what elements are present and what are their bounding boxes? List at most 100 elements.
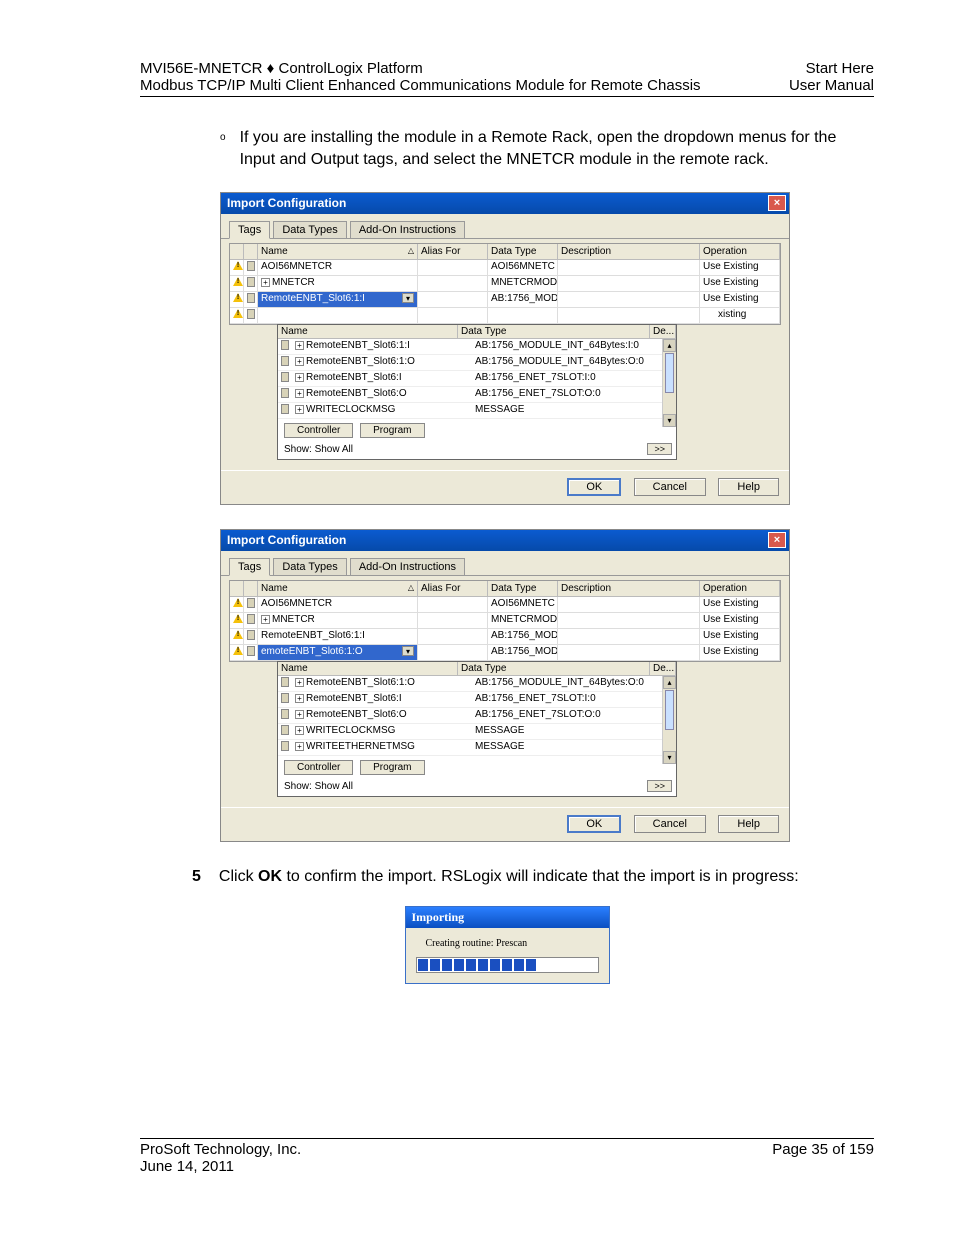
warn-icon: [233, 309, 243, 319]
expand-icon[interactable]: +: [295, 341, 304, 350]
selected-tag-input[interactable]: RemoteENBT_Slot6:1:I▾: [258, 292, 418, 307]
scroll-thumb[interactable]: [665, 690, 674, 730]
more-button[interactable]: >>: [647, 443, 672, 455]
scroll-thumb[interactable]: [665, 353, 674, 393]
table-row[interactable]: AOI56MNETCR AOI56MNETC Use Existing: [230, 597, 780, 613]
chevron-down-icon[interactable]: ▾: [402, 646, 414, 656]
sub-bullet: o If you are installing the module in a …: [140, 127, 874, 172]
list-item[interactable]: +RemoteENBT_Slot6:1:IAB:1756_MODULE_INT_…: [278, 339, 676, 355]
warn-icon: [233, 598, 243, 608]
selected-tag-output[interactable]: emoteENBT_Slot6:1:O▾: [258, 645, 418, 660]
page-header: MVI56E-MNETCR ♦ ControlLogix Platform Mo…: [0, 0, 954, 96]
table-row[interactable]: +MNETCR MNETCRMOD Use Existing: [230, 613, 780, 629]
expand-icon[interactable]: +: [295, 373, 304, 382]
table-row[interactable]: RemoteENBT_Slot6:1:I AB:1756_MOD Use Exi…: [230, 629, 780, 645]
scrollbar[interactable]: ▴ ▾: [662, 339, 676, 427]
tag-icon: [247, 614, 255, 624]
page-footer: ProSoft Technology, Inc. June 14, 2011 P…: [140, 1138, 874, 1175]
col-desc[interactable]: Description: [558, 581, 700, 597]
col-dtype[interactable]: Data Type: [488, 244, 558, 260]
expand-icon[interactable]: +: [295, 694, 304, 703]
tag-icon: [281, 693, 289, 703]
tab-tags[interactable]: Tags: [229, 558, 270, 576]
dialog-buttons: OK Cancel Help: [221, 807, 789, 841]
program-button[interactable]: Program: [360, 423, 424, 438]
expand-icon[interactable]: +: [261, 615, 270, 624]
dd-header: Name Data Type De...: [278, 325, 676, 339]
table-row[interactable]: AOI56MNETCR AOI56MNETC Use Existing: [230, 260, 780, 276]
list-item[interactable]: +RemoteENBT_Slot6:OAB:1756_ENET_7SLOT:O:…: [278, 387, 676, 403]
scroll-down-icon[interactable]: ▾: [663, 751, 676, 764]
step-number: 5: [192, 866, 201, 888]
tab-tags[interactable]: Tags: [229, 221, 270, 239]
list-item[interactable]: +WRITECLOCKMSGMESSAGE: [278, 724, 676, 740]
col-name[interactable]: Name △: [258, 581, 418, 597]
expand-icon[interactable]: +: [295, 389, 304, 398]
help-button[interactable]: Help: [718, 815, 779, 833]
col-op[interactable]: Operation: [700, 244, 780, 260]
col-dtype[interactable]: Data Type: [488, 581, 558, 597]
scroll-down-icon[interactable]: ▾: [663, 414, 676, 427]
footer-date: June 14, 2011: [140, 1158, 301, 1175]
tab-addon[interactable]: Add-On Instructions: [350, 558, 465, 575]
close-icon[interactable]: ×: [768, 195, 786, 211]
expand-icon[interactable]: +: [295, 742, 304, 751]
importing-status: Creating routine: Prescan: [426, 938, 599, 949]
tab-addon[interactable]: Add-On Instructions: [350, 221, 465, 238]
page-content: o If you are installing the module in a …: [0, 97, 954, 984]
ok-button[interactable]: OK: [567, 815, 621, 833]
tags-grid: Name △ Alias For Data Type Description O…: [229, 580, 781, 662]
col-alias[interactable]: Alias For: [418, 244, 488, 260]
importing-title: Importing: [406, 907, 609, 928]
table-row[interactable]: xisting: [230, 308, 780, 324]
col-alias[interactable]: Alias For: [418, 581, 488, 597]
list-item[interactable]: +RemoteENBT_Slot6:IAB:1756_ENET_7SLOT:I:…: [278, 692, 676, 708]
ok-button[interactable]: OK: [567, 478, 621, 496]
tag-icon: [247, 309, 255, 319]
expand-icon[interactable]: +: [295, 357, 304, 366]
step-text: Click OK to confirm the import. RSLogix …: [219, 866, 799, 888]
header-doc: User Manual: [789, 77, 874, 94]
scroll-up-icon[interactable]: ▴: [663, 676, 676, 689]
list-item[interactable]: +WRITEETHERNETMSGMESSAGE: [278, 740, 676, 756]
more-button[interactable]: >>: [647, 780, 672, 792]
tag-icon: [281, 340, 289, 350]
table-row[interactable]: emoteENBT_Slot6:1:O▾ AB:1756_MOD Use Exi…: [230, 645, 780, 661]
cancel-button[interactable]: Cancel: [634, 815, 706, 833]
table-row[interactable]: +MNETCR MNETCRMOD Use Existing: [230, 276, 780, 292]
tab-data-types[interactable]: Data Types: [273, 558, 346, 575]
list-item[interactable]: +RemoteENBT_Slot6:1:OAB:1756_MODULE_INT_…: [278, 676, 676, 692]
tab-data-types[interactable]: Data Types: [273, 221, 346, 238]
tag-icon: [281, 404, 289, 414]
expand-icon[interactable]: +: [295, 678, 304, 687]
list-item[interactable]: +WRITECLOCKMSGMESSAGE: [278, 403, 676, 419]
table-row[interactable]: RemoteENBT_Slot6:1:I▾ AB:1756_MOD Use Ex…: [230, 292, 780, 308]
program-button[interactable]: Program: [360, 760, 424, 775]
list-item[interactable]: +RemoteENBT_Slot6:OAB:1756_ENET_7SLOT:O:…: [278, 708, 676, 724]
chevron-down-icon[interactable]: ▾: [402, 293, 414, 303]
controller-button[interactable]: Controller: [284, 423, 353, 438]
tag-icon: [247, 646, 255, 656]
list-item[interactable]: +RemoteENBT_Slot6:1:OAB:1756_MODULE_INT_…: [278, 355, 676, 371]
scrollbar[interactable]: ▴ ▾: [662, 676, 676, 764]
tag-icon: [281, 356, 289, 366]
tag-icon: [281, 741, 289, 751]
col-desc[interactable]: Description: [558, 244, 700, 260]
tag-icon: [281, 372, 289, 382]
cancel-button[interactable]: Cancel: [634, 478, 706, 496]
scroll-up-icon[interactable]: ▴: [663, 339, 676, 352]
expand-icon[interactable]: +: [295, 726, 304, 735]
expand-icon[interactable]: +: [261, 278, 270, 287]
col-name[interactable]: Name △: [258, 244, 418, 260]
tag-dropdown: Name Data Type De... +RemoteENBT_Slot6:1…: [277, 661, 677, 797]
col-op[interactable]: Operation: [700, 581, 780, 597]
close-icon[interactable]: ×: [768, 532, 786, 548]
tag-icon: [281, 725, 289, 735]
list-item[interactable]: +RemoteENBT_Slot6:IAB:1756_ENET_7SLOT:I:…: [278, 371, 676, 387]
tag-icon: [247, 293, 255, 303]
importing-dialog: Importing Creating routine: Prescan: [405, 906, 610, 984]
expand-icon[interactable]: +: [295, 405, 304, 414]
controller-button[interactable]: Controller: [284, 760, 353, 775]
expand-icon[interactable]: +: [295, 710, 304, 719]
help-button[interactable]: Help: [718, 478, 779, 496]
